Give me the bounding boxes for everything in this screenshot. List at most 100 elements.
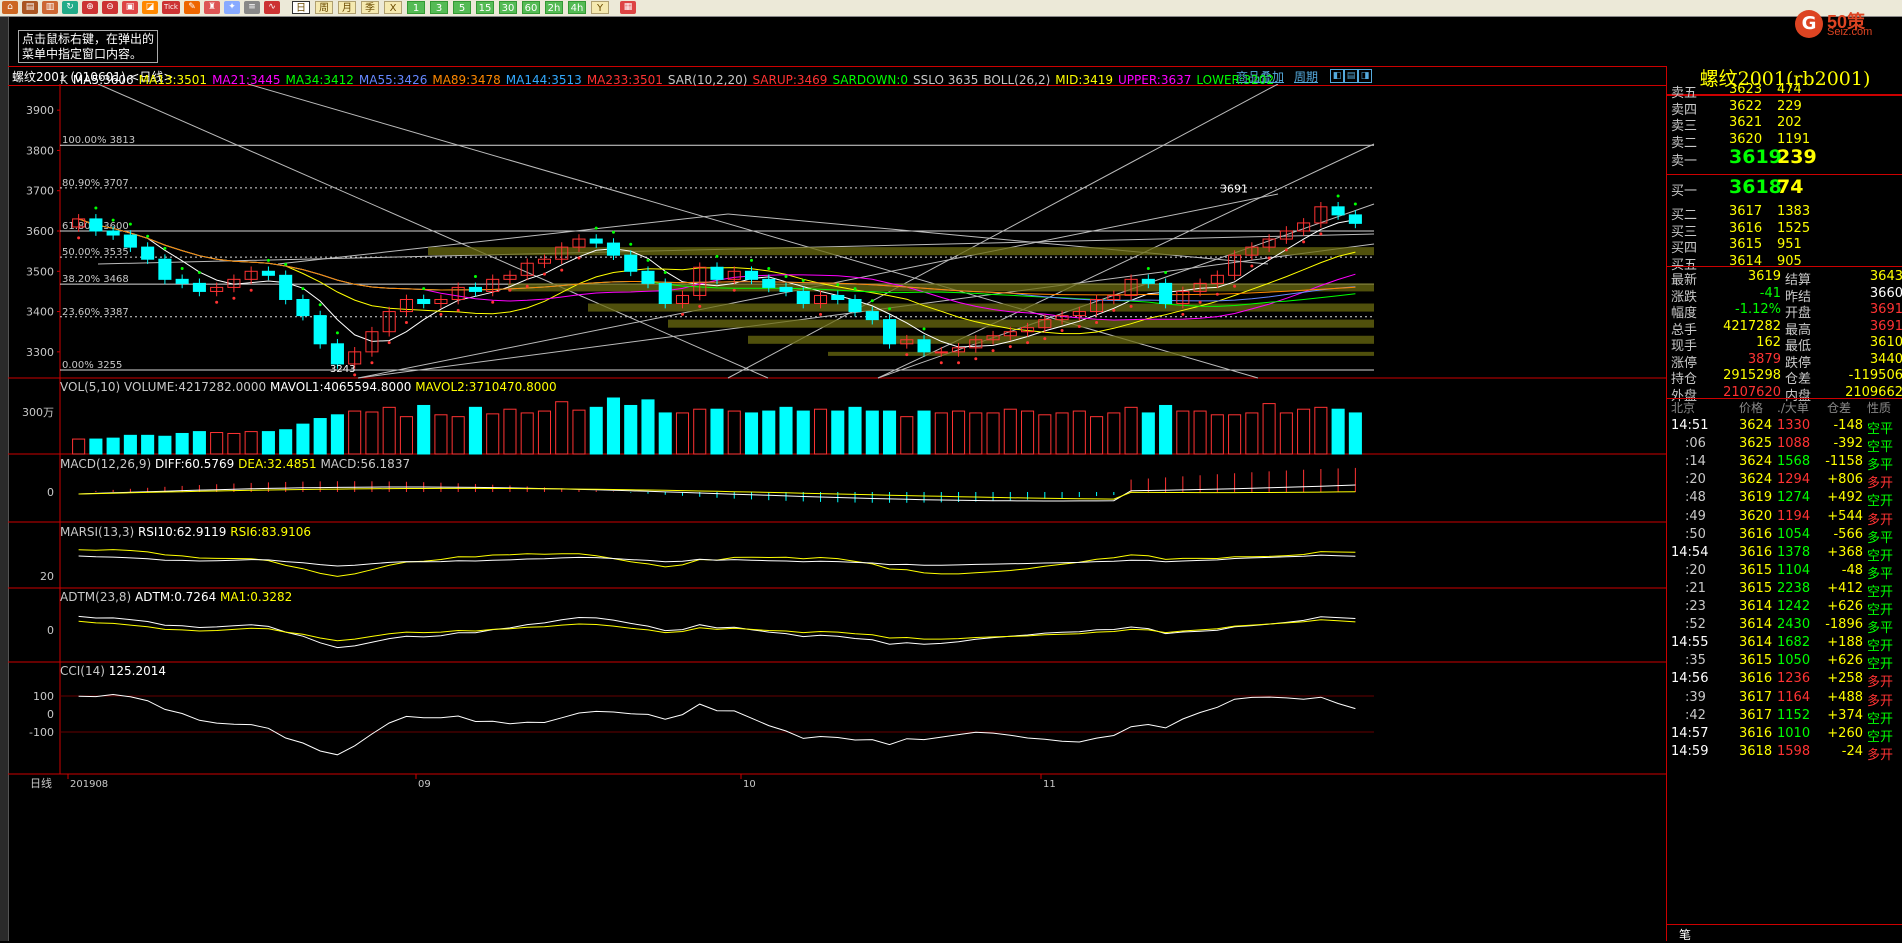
sar-dot [594,226,598,230]
calendar-icon[interactable]: ▦ [620,1,636,14]
sar-dot [163,246,167,250]
tick-row[interactable]: 14:56 3616 1236 +258 多开 [1667,671,1902,691]
vol-label-row: VOL(5,10) VOLUME:4217282.0000 MAVOL1:406… [60,380,557,394]
tick-row[interactable]: :14 3624 1568 -1158 多平 [1667,454,1902,474]
home-icon[interactable]: ⌂ [2,1,18,14]
tick-row[interactable]: 14:55 3614 1682 +188 空开 [1667,635,1902,655]
candle-body [175,278,189,284]
folder-icon[interactable]: ▤ [22,1,38,14]
tab-ticks[interactable]: 笔 [1679,926,1691,943]
tick-row[interactable]: 14:59 3618 1598 -24 多开 [1667,744,1902,764]
layers-icon[interactable]: ▣ [122,1,138,14]
period-12[interactable]: 4h [568,1,586,14]
tick-row[interactable]: :23 3614 1242 +626 空开 [1667,599,1902,619]
sar-dot [1250,264,1254,268]
marsi-y-tick: 20 [40,570,54,583]
chart-icon[interactable]: ◪ [142,1,158,14]
tick-nature: 空平 [1867,440,1894,456]
new-icon[interactable]: ✦ [224,1,240,14]
tick-row[interactable]: 14:54 3616 1378 +368 空开 [1667,545,1902,565]
ask-volume: 1191 [1777,131,1811,147]
logo: G 50策 Seiz.com [1795,4,1902,40]
toolbar: ⌂ ▤ ▥ ↻ ⊕ ⊖ ▣ ◪ Tick ✎ ♜ ✦ ≡ ∿ 日周月季 X 1 3 5 15 30 60 2h 4h Y ▦ [0,0,1902,17]
sar-dot [491,300,495,304]
candle-body [796,290,810,305]
period-7[interactable]: 5 [453,1,471,14]
kline-chart[interactable]: 3900 3800 3700 3600 3500 3400 3300 100.00% 3813… [8,84,1666,941]
volume-bar [848,406,862,455]
tick-row[interactable]: 14:57 3616 1010 +260 空开 [1667,726,1902,746]
candle-body [934,351,948,354]
tick-button[interactable]: Tick [162,1,180,14]
period-0[interactable]: 日 [292,1,310,14]
sar-dot [387,341,391,345]
list-icon[interactable]: ≡ [244,1,260,14]
ticks-header-nature: 性质 [1867,401,1892,415]
tick-row[interactable]: :52 3614 2430 -1896 多平 [1667,617,1902,637]
period-link[interactable]: 周期 [1294,68,1318,85]
bid-volume: 951 [1777,237,1802,252]
tick-time: :21 [1685,580,1706,596]
tick-row[interactable]: :42 3617 1152 +374 空开 [1667,708,1902,728]
tick-row[interactable]: :35 3615 1050 +626 空开 [1667,653,1902,673]
main-indicator-14: MID:3419 [1055,73,1113,87]
tick-volume: 2430 [1777,617,1811,633]
period-10[interactable]: 60 [522,1,540,14]
vol-volume: VOLUME:4217282.0000 [124,380,267,394]
vol-y-tick: 300万 [22,406,54,419]
tick-row[interactable]: :50 3616 1054 -566 多平 [1667,527,1902,547]
candle-body [641,270,655,284]
tick-row[interactable]: :20 3615 1104 -48 多平 [1667,563,1902,583]
ask-volume: 202 [1777,115,1802,130]
period-6[interactable]: 3 [430,1,448,14]
macd-label: MACD(12,26,9) [60,457,152,471]
period-2[interactable]: 月 [338,1,356,14]
period-3[interactable]: 季 [361,1,379,14]
tick-row[interactable]: :20 3624 1294 +806 多开 [1667,472,1902,492]
tick-row[interactable]: :21 3615 2238 +412 空开 [1667,581,1902,601]
candle-body [417,298,431,305]
tick-row[interactable]: :48 3619 1274 +492 空开 [1667,490,1902,510]
fib-label: 0.00% 3255 [62,360,122,371]
tick-nature: 空开 [1867,584,1894,600]
window-split-icon[interactable]: ▤ [1344,69,1358,83]
sar-dot [1233,284,1237,288]
candle-body [779,286,793,292]
tick-row[interactable]: :39 3617 1164 +488 多开 [1667,690,1902,710]
tick-row[interactable]: :06 3625 1088 -392 空平 [1667,436,1902,456]
tick-row[interactable]: :49 3620 1194 +544 多开 [1667,509,1902,529]
refresh-icon[interactable]: ↻ [62,1,78,14]
marsi-rsi6: RSI6:83.9106 [230,525,312,539]
main-indicator-8: MA233:3501 [586,73,663,87]
tick-time: 14:59 [1671,743,1709,759]
main-indicator-4: MA34:3412 [285,73,354,87]
tick-price: 3624 [1739,418,1773,433]
period-11[interactable]: 2h [545,1,563,14]
candle-body [313,315,327,345]
window-right-icon[interactable]: ◨ [1358,69,1372,83]
tick-time: :50 [1685,526,1706,542]
period-8[interactable]: 15 [476,1,494,14]
tick-row[interactable]: 14:51 3624 1330 -148 空平 [1667,418,1902,438]
volume-bar [244,431,258,455]
cup-icon[interactable]: ♜ [204,1,220,14]
period-4[interactable]: X [384,1,402,14]
ask-row: 卖一 3619 239 [1667,146,1902,170]
period-9[interactable]: 30 [499,1,517,14]
period-1[interactable]: 周 [315,1,333,14]
ink-icon[interactable]: ✎ [184,1,200,14]
tick-volume: 1164 [1777,689,1811,705]
period-5[interactable]: 1 [407,1,425,14]
window-left-icon[interactable]: ◧ [1330,69,1344,83]
line-chart-icon[interactable]: ∿ [264,1,280,14]
book-icon[interactable]: ▥ [42,1,58,14]
y-tick-label: 3300 [26,346,54,359]
marsi-label: MARSI(13,3) [60,525,135,539]
sar-dot [301,287,305,291]
sar-dot [836,283,840,287]
period-13[interactable]: Y [591,1,609,14]
zoom-in-icon[interactable]: ⊕ [82,1,98,14]
sar-dot [318,303,322,307]
tick-volume: 1568 [1777,454,1811,470]
zoom-out-icon[interactable]: ⊖ [102,1,118,14]
